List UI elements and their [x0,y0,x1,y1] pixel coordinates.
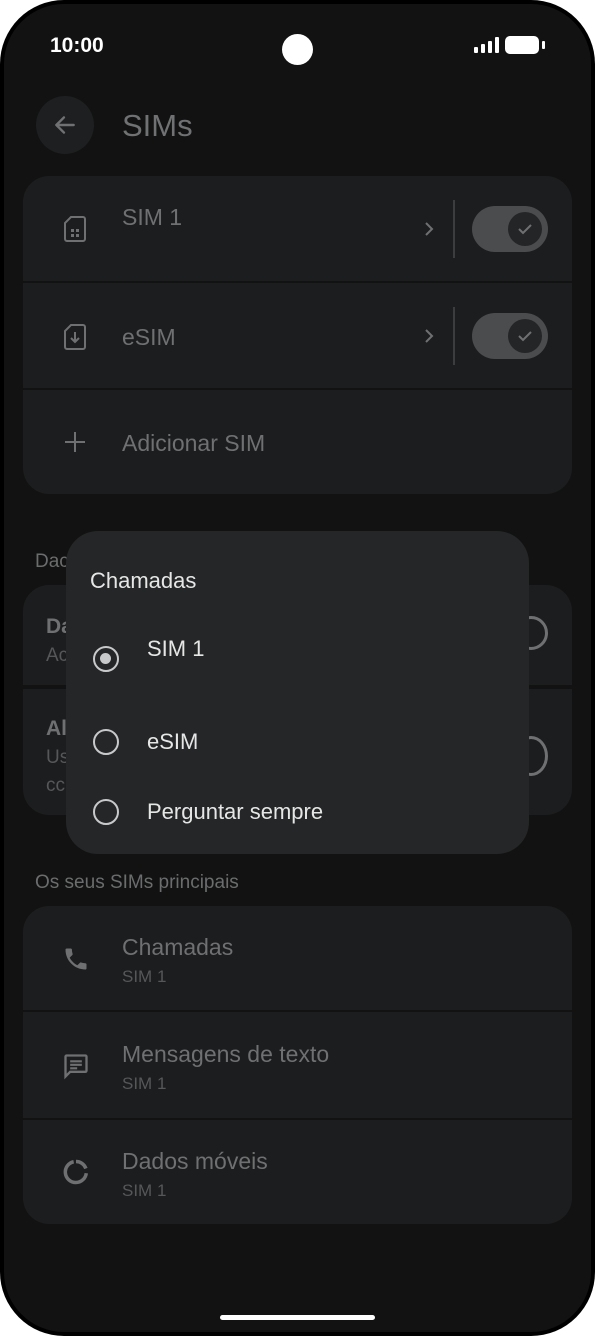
radio-unselected[interactable] [93,799,119,825]
data-icon [63,1159,89,1185]
phone-frame: 10:00 SIMs SIM 1 eSIM Adicionar SIM Dac … [0,0,595,1336]
signal-icon [474,37,499,53]
roaming-sub-2: cc [46,775,65,796]
esim-download-icon [60,322,90,352]
screen: 10:00 SIMs SIM 1 eSIM Adicionar SIM Dac … [4,4,591,1332]
divider [453,200,455,258]
primary-calls-row[interactable] [23,906,572,1010]
option-label: SIM 1 [147,636,205,661]
roaming-title: Al [46,717,67,740]
esim-toggle[interactable] [472,313,548,359]
primary-data-row[interactable] [23,1120,572,1224]
radio-unselected[interactable] [93,729,119,755]
sim1-label: SIM 1 [122,204,183,230]
data-section-title: Dac [35,551,69,572]
chevron-right-icon [425,329,434,343]
option-esim[interactable]: eSIM [66,711,529,771]
add-sim-label: Adicionar SIM [122,430,266,456]
sim1-toggle[interactable] [472,206,548,252]
phone-icon [65,948,87,970]
option-sim1[interactable]: SIM 1 [66,621,529,691]
home-indicator[interactable] [220,1315,375,1320]
data-label: Dados móveis [122,1148,268,1174]
battery-tip [542,41,545,49]
calls-value: SIM 1 [122,967,167,986]
page-title: SIMs [122,108,193,143]
divider [453,307,455,365]
check-icon [518,224,532,235]
chevron-right-icon [425,222,434,236]
calls-label: Chamadas [122,934,234,960]
messages-value: SIM 1 [122,1074,167,1093]
option-label: Perguntar sempre [147,799,324,824]
check-icon [518,331,532,342]
message-icon [64,1054,88,1080]
sim-card-icon [60,214,90,244]
add-sim-row[interactable] [23,390,572,494]
plus-icon [65,432,85,452]
camera-cutout [282,34,313,65]
option-ask-always[interactable]: Perguntar sempre [66,781,529,841]
back-arrow-icon [55,116,75,134]
calls-dialog: Chamadas SIM 1 eSIM Perguntar sempre [66,531,529,854]
status-time: 10:00 [50,34,104,57]
data-value: SIM 1 [122,1181,167,1200]
battery-icon [505,36,539,54]
dialog-title: Chamadas [90,568,197,593]
messages-label: Mensagens de texto [122,1041,330,1067]
back-button[interactable] [36,96,94,154]
primary-section-title: Os seus SIMs principais [35,872,239,893]
radio-selected[interactable] [93,646,119,672]
mobile-data-sub: Ac [46,645,69,666]
esim-label: eSIM [122,324,176,350]
option-label: eSIM [147,729,199,754]
